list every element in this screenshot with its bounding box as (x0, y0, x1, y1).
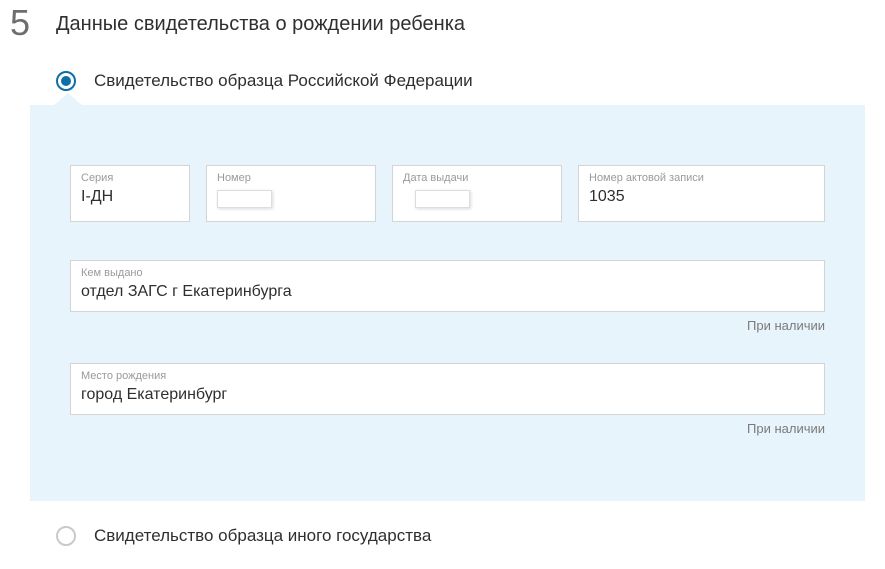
field-label: Номер актовой записи (589, 172, 814, 184)
issued-by-field[interactable]: Кем выдано отдел ЗАГС г Екатеринбурга (70, 260, 825, 312)
radio-label-foreign: Свидетельство образца иного государства (94, 526, 431, 546)
field-label: Серия (81, 172, 179, 184)
record-number-input[interactable]: 1035 (589, 188, 814, 208)
radio-icon (56, 71, 76, 91)
number-field[interactable]: Номер (206, 165, 376, 222)
field-label: Место рождения (81, 370, 814, 382)
field-label: Кем выдано (81, 267, 814, 279)
optional-hint: При наличии (70, 421, 825, 436)
record-number-field[interactable]: Номер актовой записи 1035 (578, 165, 825, 222)
step-title: Данные свидетельства о рождении ребенка (56, 5, 465, 36)
issued-by-input[interactable]: отдел ЗАГС г Екатеринбурга (81, 283, 814, 303)
redacted-block (415, 190, 470, 208)
birth-place-field[interactable]: Место рождения город Екатеринбург (70, 363, 825, 415)
step-number: 5 (10, 5, 40, 41)
series-input[interactable]: I-ДН (81, 188, 179, 208)
birth-place-input[interactable]: город Екатеринбург (81, 386, 814, 406)
step-header: 5 Данные свидетельства о рождении ребенк… (10, 5, 865, 41)
redacted-block (217, 190, 272, 208)
series-field[interactable]: Серия I-ДН (70, 165, 190, 222)
field-label: Номер (217, 172, 365, 184)
radio-option-foreign[interactable]: Свидетельство образца иного государства (56, 526, 865, 546)
radio-option-rf[interactable]: Свидетельство образца Российской Федерац… (56, 71, 865, 91)
certificate-form-panel: Серия I-ДН Номер Дата выдачи Номер актов… (30, 105, 865, 501)
issue-date-field[interactable]: Дата выдачи (392, 165, 562, 222)
optional-hint: При наличии (70, 318, 825, 333)
radio-icon (56, 526, 76, 546)
field-label: Дата выдачи (403, 172, 551, 184)
radio-label-rf: Свидетельство образца Российской Федерац… (94, 71, 473, 91)
